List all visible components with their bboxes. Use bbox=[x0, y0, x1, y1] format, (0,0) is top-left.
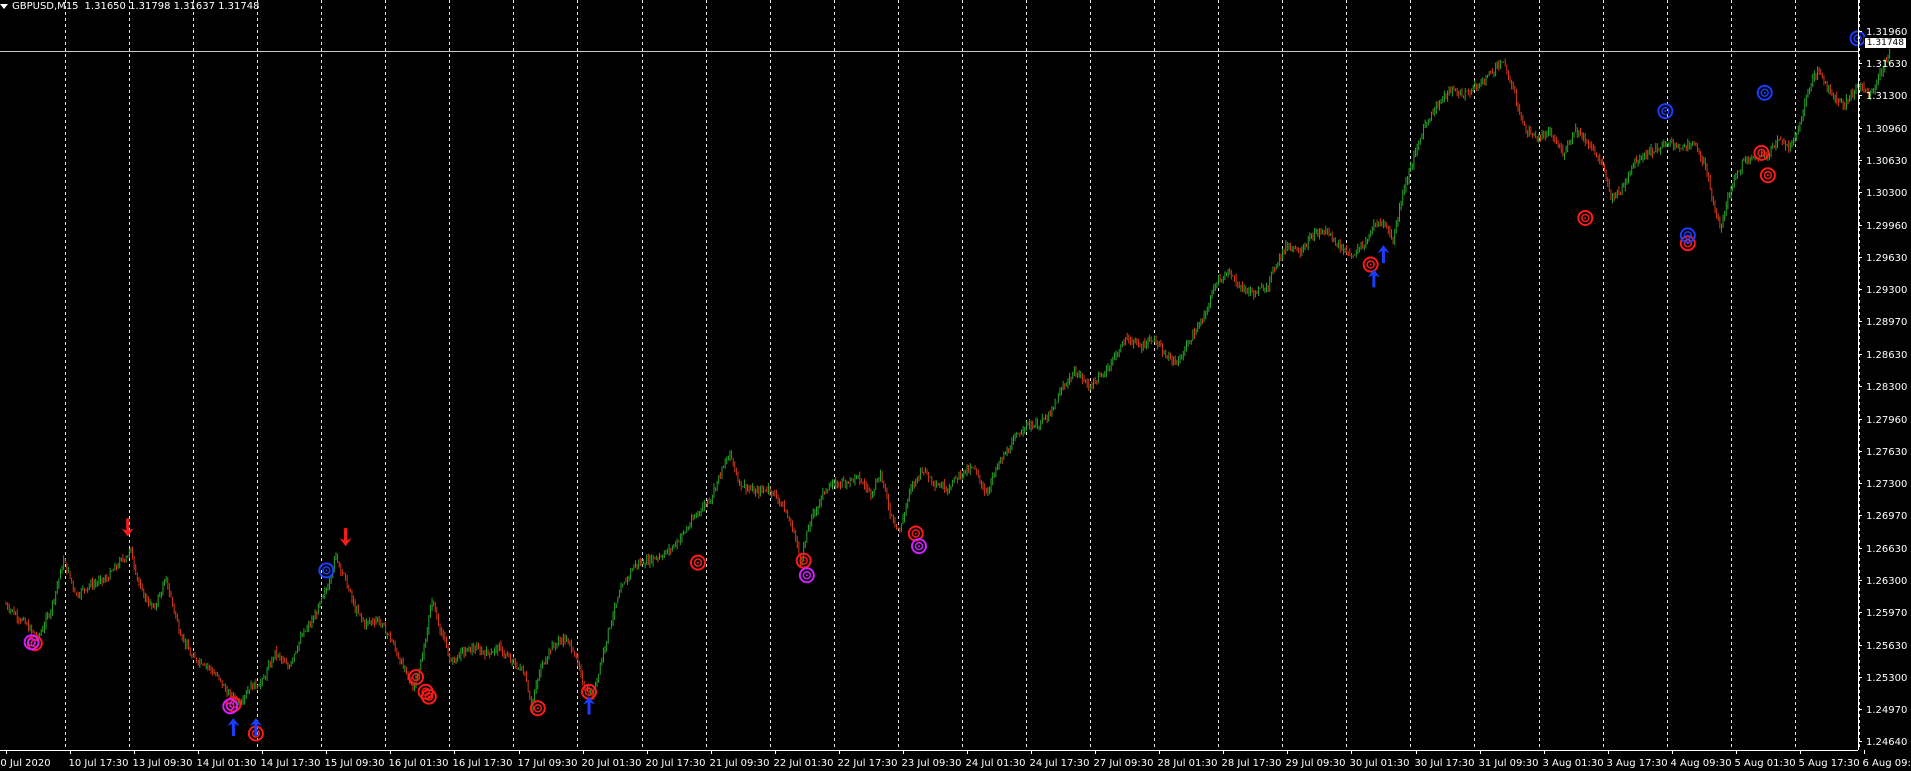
time-tick-label: 13 Jul 09:30 bbox=[133, 758, 193, 769]
time-tick-label: 5 Aug 01:30 bbox=[1735, 758, 1796, 769]
time-tick-label: 31 Jul 09:30 bbox=[1479, 758, 1539, 769]
chart-header: GBPUSD,M15 1.31650 1.31798 1.31637 1.3174… bbox=[2, 1, 260, 13]
price-tick-label: 1.27300 bbox=[1866, 479, 1907, 490]
current-price-tag: 1.31748 bbox=[1863, 37, 1907, 49]
time-tick-label: 22 Jul 01:30 bbox=[774, 758, 834, 769]
time-tick-label: 6 Aug 09:30 bbox=[1863, 758, 1911, 769]
price-tick-label: 1.28970 bbox=[1866, 317, 1907, 328]
time-tick-label: 5 Aug 17:30 bbox=[1799, 758, 1860, 769]
price-tick-label: 1.27960 bbox=[1866, 415, 1907, 426]
buy-arrow bbox=[1377, 245, 1390, 264]
buy-arrow bbox=[227, 717, 240, 736]
time-tick-label: 22 Jul 17:30 bbox=[838, 758, 898, 769]
time-axis[interactable]: 10 Jul 2020 10 Jul 17:30 13 Jul 09:30 14 Ju… bbox=[0, 750, 1911, 769]
vertical-grid bbox=[65, 0, 1860, 750]
time-tick-label: 27 Jul 09:30 bbox=[1094, 758, 1154, 769]
time-tick-label: 24 Jul 17:30 bbox=[1030, 758, 1090, 769]
price-tick-label: 1.24640 bbox=[1866, 737, 1907, 748]
signal-ring-dot bbox=[415, 676, 418, 679]
time-tick-label: 10 Jul 17:30 bbox=[69, 758, 129, 769]
signal-ring-dot bbox=[1766, 174, 1769, 177]
signal-ring-dot bbox=[805, 574, 808, 577]
time-tick-label: 20 Jul 01:30 bbox=[582, 758, 642, 769]
sell-arrow bbox=[121, 518, 134, 537]
ohlc-values: 1.31650 1.31798 1.31637 1.31748 bbox=[84, 1, 260, 12]
signal-ring-dot bbox=[427, 695, 430, 698]
time-tick-label: 4 Aug 09:30 bbox=[1671, 758, 1732, 769]
time-tick-label: 30 Jul 17:30 bbox=[1415, 758, 1475, 769]
price-tick-label: 1.30300 bbox=[1866, 188, 1907, 199]
signal-ring-dot bbox=[1686, 234, 1689, 237]
price-tick-label: 1.24970 bbox=[1866, 705, 1907, 716]
price-tick-label: 1.31300 bbox=[1866, 91, 1907, 102]
price-tick-label: 1.27630 bbox=[1866, 447, 1907, 458]
signal-ring-dot bbox=[325, 569, 328, 572]
signal-ring-dot bbox=[229, 705, 232, 708]
chart-window[interactable]: 1.31960 1.31630 1.31300 1.30960 1.30630 1.303… bbox=[0, 0, 1911, 771]
time-tick-label: 16 Jul 01:30 bbox=[389, 758, 449, 769]
sell-arrow bbox=[339, 528, 352, 547]
price-tick-label: 1.29300 bbox=[1866, 285, 1907, 296]
price-tick-label: 1.29630 bbox=[1866, 253, 1907, 264]
time-tick-label: 28 Jul 17:30 bbox=[1222, 758, 1282, 769]
time-tick-label: 10 Jul 2020 bbox=[0, 758, 51, 769]
time-tick-label: 24 Jul 01:30 bbox=[966, 758, 1026, 769]
signal-ring-dot bbox=[914, 532, 917, 535]
time-tick-label: 3 Aug 17:30 bbox=[1607, 758, 1668, 769]
price-tick-label: 1.28630 bbox=[1866, 350, 1907, 361]
buy-arrow bbox=[583, 696, 596, 715]
price-tick-label: 1.25970 bbox=[1866, 608, 1907, 619]
signal-ring-dot bbox=[30, 641, 33, 644]
time-tick-label: 14 Jul 01:30 bbox=[197, 758, 257, 769]
price-tick-label: 1.25630 bbox=[1866, 641, 1907, 652]
price-tick-label: 1.30630 bbox=[1866, 156, 1907, 167]
time-tick-label: 30 Jul 01:30 bbox=[1350, 758, 1410, 769]
signal-ring-dot bbox=[1369, 263, 1372, 266]
time-tick-label: 3 Aug 01:30 bbox=[1543, 758, 1604, 769]
price-tick-label: 1.28300 bbox=[1866, 382, 1907, 393]
signal-ring-dot bbox=[588, 690, 591, 693]
time-tick-label: 21 Jul 09:30 bbox=[710, 758, 770, 769]
price-tick-label: 1.26630 bbox=[1866, 544, 1907, 555]
time-tick-label: 15 Jul 09:30 bbox=[325, 758, 385, 769]
price-tick-label: 1.26300 bbox=[1866, 576, 1907, 587]
candle-series bbox=[5, 46, 1891, 713]
price-tick-label: 1.31630 bbox=[1866, 59, 1907, 70]
time-tick-label: 14 Jul 17:30 bbox=[261, 758, 321, 769]
price-tick-label: 1.26970 bbox=[1866, 511, 1907, 522]
price-chart[interactable]: 1.319601.316301.313001.309601.306301.303… bbox=[0, 0, 1911, 771]
time-tick-label: 16 Jul 17:30 bbox=[453, 758, 513, 769]
price-axis[interactable]: 1.319601.316301.313001.309601.306301.303… bbox=[1858, 0, 1907, 750]
symbol-label: GBPUSD,M15 bbox=[12, 1, 79, 12]
signal-ring-dot bbox=[1664, 110, 1667, 113]
time-tick-label: 17 Jul 09:30 bbox=[518, 758, 578, 769]
price-tick-label: 1.30960 bbox=[1866, 124, 1907, 135]
signal-ring-dot bbox=[1760, 151, 1763, 154]
time-tick-label: 20 Jul 17:30 bbox=[646, 758, 706, 769]
time-tick-label: 29 Jul 09:30 bbox=[1286, 758, 1346, 769]
signal-ring-dot bbox=[802, 559, 805, 562]
signal-ring-dot bbox=[1584, 216, 1587, 219]
time-tick-label: 28 Jul 01:30 bbox=[1158, 758, 1218, 769]
signal-ring-dot bbox=[536, 707, 539, 710]
price-tick-label: 1.25300 bbox=[1866, 673, 1907, 684]
signal-ring-dot bbox=[917, 545, 920, 548]
signal-ring-dot bbox=[1763, 91, 1766, 94]
price-tick-label: 1.29960 bbox=[1866, 221, 1907, 232]
time-tick-label: 23 Jul 09:30 bbox=[902, 758, 962, 769]
signal-ring-dot bbox=[696, 561, 699, 564]
